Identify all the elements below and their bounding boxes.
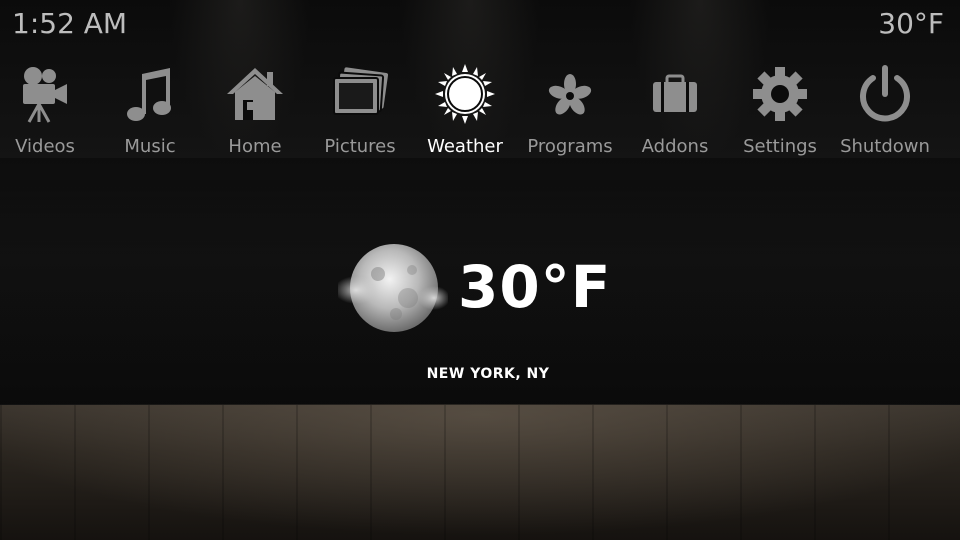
menu-label-shutdown: Shutdown <box>840 136 930 157</box>
menu-label-videos: Videos <box>15 136 75 157</box>
briefcase-icon <box>653 74 697 112</box>
menu-label-music: Music <box>124 136 176 157</box>
house-icon <box>227 68 283 120</box>
music-note-icon <box>127 68 171 121</box>
menu-item-shutdown[interactable]: Shutdown <box>830 60 940 164</box>
current-temperature: 30°F <box>458 253 612 321</box>
menu-item-settings[interactable]: Settings <box>725 60 835 164</box>
menu-item-pictures[interactable]: Pictures <box>305 60 415 164</box>
menu-label-settings: Settings <box>743 136 817 157</box>
cloudy-moon-icon <box>338 244 448 332</box>
menu-label-addons: Addons <box>641 136 709 157</box>
photos-icon <box>333 67 389 115</box>
power-icon <box>860 65 910 122</box>
sun-icon <box>435 64 495 124</box>
header-temperature: 30°F <box>878 7 944 40</box>
menu-label-pictures: Pictures <box>324 136 396 157</box>
menu-label-weather: Weather <box>427 136 503 157</box>
menu-item-weather[interactable]: Weather <box>410 60 520 164</box>
menu-label-home: Home <box>228 136 282 157</box>
menu-item-music[interactable]: Music <box>95 60 205 164</box>
weather-widget: 30°F NEW YORK, NY <box>330 230 650 390</box>
clock: 1:52 AM <box>12 7 128 40</box>
menu-item-addons[interactable]: Addons <box>620 60 730 164</box>
menu-item-home[interactable]: Home <box>200 60 310 164</box>
main-menu: Videos Music Home Pictures Weather Progr… <box>0 60 960 170</box>
menu-item-programs[interactable]: Programs <box>515 60 625 164</box>
gear-icon <box>753 67 807 121</box>
flower-icon <box>548 74 592 115</box>
wooden-floor <box>0 405 960 540</box>
film-camera-icon <box>23 67 67 123</box>
menu-label-programs: Programs <box>527 136 613 157</box>
location-label: NEW YORK, NY <box>426 366 550 382</box>
menu-item-videos[interactable]: Videos <box>0 60 100 164</box>
